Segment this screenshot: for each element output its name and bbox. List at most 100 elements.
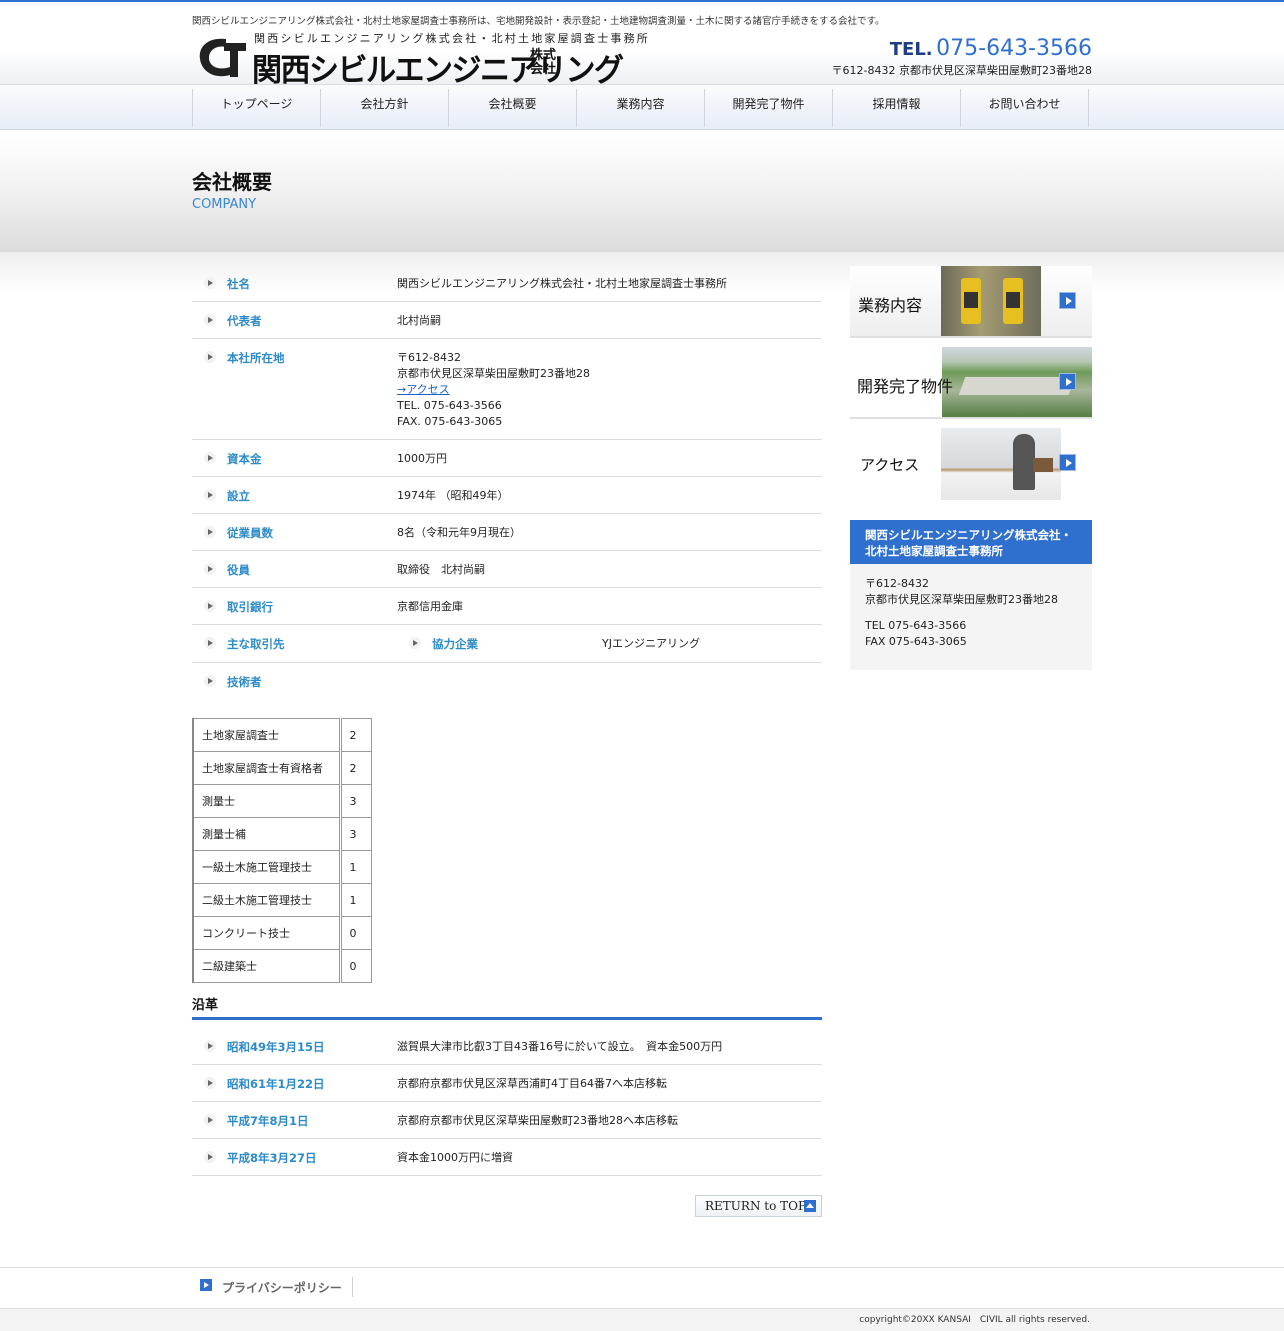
engineer-count: 2: [338, 718, 372, 752]
arrow-right-icon: [1059, 373, 1076, 390]
header-phone[interactable]: TEL. 075-643-3566: [890, 36, 1092, 61]
return-to-top-label: RETURN to TOP: [705, 1199, 807, 1213]
arrow-bullet-icon: [204, 489, 216, 501]
sidebar-card-works[interactable]: 開発完了物件: [850, 347, 1092, 419]
profile-label: 技術者: [227, 675, 262, 689]
engineer-title: コンクリート技士: [192, 916, 341, 950]
partner-label: 協力企業: [432, 637, 478, 651]
arrow-right-icon: [200, 1279, 212, 1291]
nav-item-policy[interactable]: 会社方針: [321, 89, 449, 127]
arrow-up-icon: [804, 1200, 816, 1212]
profile-row-bank: 取引銀行 京都信用金庫: [192, 588, 822, 625]
history-text: 滋賀県大津市比叡3丁目43番16号に於いて設立。 資本金500万円: [397, 1040, 723, 1053]
site-logo[interactable]: 関西シビルエンジニアリング株式会社・北村土地家屋調査士事務所 関西シビルエンジニ…: [192, 29, 692, 89]
global-nav-list: トップページ 会社方針 会社概要 業務内容 開発完了物件 採用情報 お問い合わせ: [192, 89, 1089, 127]
nav-item-company[interactable]: 会社概要: [449, 89, 577, 127]
nav-item-top[interactable]: トップページ: [193, 89, 321, 127]
profile-value: 関西シビルエンジニアリング株式会社・北村土地家屋調査士事務所: [397, 277, 727, 290]
arrow-bullet-icon: [204, 1114, 216, 1126]
history-table: 昭和49年3月15日 滋賀県大津市比叡3丁目43番16号に於いて設立。 資本金5…: [192, 1028, 822, 1176]
copyright: copyright©20XX KANSAI CIVIL all rights r…: [859, 1315, 1090, 1325]
sidebar-fax: FAX 075-643-3065: [865, 635, 967, 648]
sidebar-card-label: 開発完了物件: [857, 377, 954, 396]
engineer-count: 0: [338, 949, 372, 983]
profile-value: 北村尚嗣: [397, 314, 441, 327]
history-row: 平成8年3月27日 資本金1000万円に増資: [192, 1139, 822, 1176]
global-nav: トップページ 会社方針 会社概要 業務内容 開発完了物件 採用情報 お問い合わせ: [0, 84, 1284, 130]
profile-label: 取引銀行: [227, 600, 273, 614]
table-row: 測量士補 3: [192, 817, 372, 851]
profile-label: 資本金: [227, 452, 262, 466]
briefcase-shape: [1033, 458, 1053, 472]
businessman-shape: [1013, 434, 1035, 490]
sidebar-card-label: アクセス: [860, 456, 920, 474]
sidebar-zip: 〒612-8432: [865, 577, 929, 590]
logo-mark-icon: [199, 38, 246, 77]
table-row: 二級建築士 0: [192, 949, 372, 983]
profile-value: 取締役 北村尚嗣: [397, 563, 485, 576]
engineer-title: 土地家屋調査士: [192, 718, 341, 752]
tel-label: TEL.: [889, 39, 933, 60]
return-to-top-button[interactable]: RETURN to TOP: [695, 1195, 822, 1217]
footer-links: プライバシーポリシー: [0, 1267, 1284, 1309]
profile-value: 〒612-8432 京都市伏見区深草柴田屋敷町23番地28 →アクセス TEL.…: [397, 339, 822, 439]
hq-fax: FAX. 075-643-3065: [397, 415, 503, 428]
site-header: 関西シビルエンジニアリング株式会社・北村土地家屋調査士事務所は、宅地開発設計・表…: [0, 2, 1284, 89]
history-row: 昭和61年1月22日 京都府京都市伏見区深草西浦町4丁目64番7へ本店移転: [192, 1065, 822, 1102]
sidebar-card-services[interactable]: 業務内容: [850, 266, 1092, 338]
arrow-bullet-icon: [204, 600, 216, 612]
arrow-bullet-icon: [204, 277, 216, 289]
page-subtitle: COMPANY: [192, 197, 257, 212]
profile-row-name: 社名 関西シビルエンジニアリング株式会社・北村土地家屋調査士事務所: [192, 265, 822, 302]
nav-item-services[interactable]: 業務内容: [577, 89, 705, 127]
sidebar-company-title: 関西シビルエンジニアリング株式会社・北村土地家屋調査士事務所: [850, 520, 1092, 564]
profile-label: 本社所在地: [227, 351, 285, 365]
privacy-policy-link[interactable]: プライバシーポリシー: [200, 1277, 353, 1297]
profile-row-clients: 主な取引先 協力企業 YJエンジニアリング: [192, 625, 822, 663]
engineer-count: 2: [338, 751, 372, 785]
history-text: 資本金1000万円に増資: [397, 1151, 513, 1164]
history-row: 昭和49年3月15日 滋賀県大津市比叡3丁目43番16号に於いて設立。 資本金5…: [192, 1028, 822, 1065]
sidebar-card-access[interactable]: アクセス: [850, 428, 1092, 500]
businessman-image: [941, 428, 1061, 500]
history-text: 京都府京都市伏見区深草柴田屋敷町23番地28へ本店移転: [397, 1114, 678, 1127]
table-row: 土地家屋調査士有資格者 2: [192, 751, 372, 785]
profile-value: 協力企業 YJエンジニアリング: [192, 625, 822, 662]
nav-item-recruit[interactable]: 採用情報: [833, 89, 961, 127]
history-date: 昭和61年1月22日: [227, 1077, 325, 1091]
arrow-bullet-icon: [204, 526, 216, 538]
nav-item-works[interactable]: 開発完了物件: [705, 89, 833, 127]
engineer-count: 3: [338, 784, 372, 818]
history-row: 平成7年8月1日 京都府京都市伏見区深草柴田屋敷町23番地28へ本店移転: [192, 1102, 822, 1139]
privacy-policy-label: プライバシーポリシー: [222, 1281, 342, 1295]
company-profile-table: 社名 関西シビルエンジニアリング株式会社・北村土地家屋調査士事務所 代表者 北村…: [192, 265, 822, 700]
table-row: 一級土木施工管理技士 1: [192, 850, 372, 884]
history-heading: 沿革: [192, 994, 822, 1020]
arrow-right-icon: [1059, 292, 1076, 309]
engineer-title: 二級土木施工管理技士: [192, 883, 341, 917]
sidebar: 業務内容 開発完了物件 アクセス 関西シビルエンジニアリング株式会社・北村土地家…: [850, 266, 1092, 670]
engineer-title: 測量士: [192, 784, 341, 818]
access-link[interactable]: →アクセス: [397, 383, 450, 396]
arrow-right-icon: [1059, 454, 1076, 471]
nav-item-contact[interactable]: お問い合わせ: [961, 89, 1089, 127]
arrow-bullet-icon: [204, 1040, 216, 1052]
history-date: 昭和49年3月15日: [227, 1040, 325, 1054]
arrow-bullet-icon: [204, 1077, 216, 1089]
table-row: コンクリート技士 0: [192, 916, 372, 950]
history-date: 平成7年8月1日: [227, 1114, 309, 1128]
profile-value: 1974年 （昭和49年）: [397, 489, 509, 502]
arrow-bullet-icon: [204, 452, 216, 464]
engineer-count: 0: [338, 916, 372, 950]
instrument-shape: [961, 278, 981, 324]
profile-row-engineers: 技術者: [192, 663, 822, 700]
hq-tel: TEL. 075-643-3566: [397, 399, 502, 412]
hq-zip: 〒612-8432: [397, 351, 461, 364]
arrow-bullet-icon: [204, 1151, 216, 1163]
retaining-wall-shape: [958, 377, 1076, 395]
arrow-bullet-icon: [204, 351, 216, 363]
logo-kabushikigaisha: 株式会社: [530, 48, 557, 77]
instrument-shape: [1003, 278, 1023, 324]
profile-label: 役員: [227, 563, 250, 577]
profile-row-officers: 役員 取締役 北村尚嗣: [192, 551, 822, 588]
